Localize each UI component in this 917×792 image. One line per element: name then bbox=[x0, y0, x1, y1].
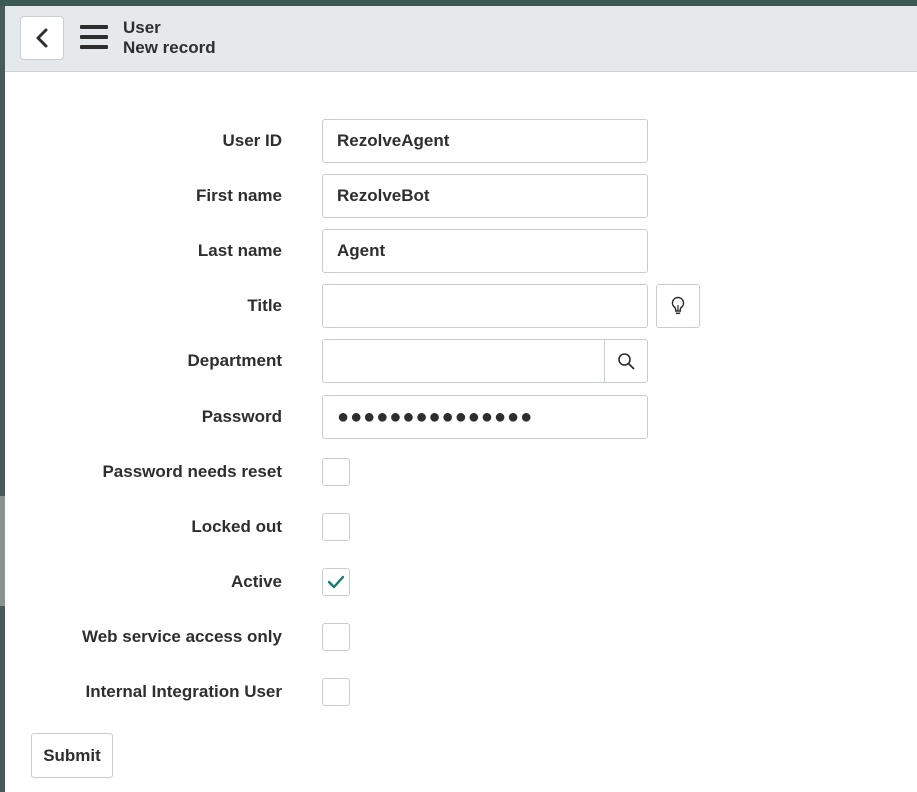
last-name-label: Last name bbox=[197, 241, 282, 260]
page-subtitle: New record bbox=[123, 38, 216, 57]
web-service-access-only-row: Web service access only bbox=[0, 615, 917, 659]
lightbulb-icon bbox=[671, 296, 685, 315]
active-checkbox[interactable] bbox=[322, 568, 350, 596]
title-label: Title bbox=[247, 296, 282, 315]
hamburger-menu-icon[interactable] bbox=[80, 25, 108, 49]
department-field[interactable] bbox=[322, 339, 605, 383]
web-service-access-only-label: Web service access only bbox=[81, 627, 282, 646]
password-needs-reset-checkbox[interactable] bbox=[322, 458, 350, 486]
checkmark-icon bbox=[327, 575, 345, 589]
locked-out-checkbox[interactable] bbox=[322, 513, 350, 541]
user-id-row: User ID RezolveAgent bbox=[0, 119, 917, 163]
back-button[interactable] bbox=[20, 16, 64, 60]
locked-out-label: Locked out bbox=[191, 517, 282, 536]
web-service-access-only-checkbox[interactable] bbox=[322, 623, 350, 651]
password-needs-reset-row: Password needs reset bbox=[0, 450, 917, 494]
page-title: User bbox=[123, 18, 161, 37]
first-name-field[interactable]: RezolveBot bbox=[322, 174, 648, 218]
password-row: Password ●●●●●●●●●●●●●●● bbox=[0, 395, 917, 439]
last-name-row: Last name Agent bbox=[0, 229, 917, 273]
department-lookup-button[interactable] bbox=[604, 339, 648, 383]
password-needs-reset-label: Password needs reset bbox=[102, 462, 282, 481]
last-name-field[interactable]: Agent bbox=[322, 229, 648, 273]
internal-integration-user-row: Internal Integration User bbox=[0, 670, 917, 714]
password-field[interactable]: ●●●●●●●●●●●●●●● bbox=[322, 395, 648, 439]
internal-integration-user-label: Internal Integration User bbox=[85, 682, 282, 701]
title-field[interactable] bbox=[322, 284, 648, 328]
department-row: Department bbox=[0, 339, 917, 383]
page-header: User New record bbox=[5, 6, 917, 72]
department-label: Department bbox=[187, 351, 282, 370]
active-row: Active bbox=[0, 560, 917, 604]
search-icon bbox=[618, 353, 635, 370]
active-label: Active bbox=[230, 572, 282, 591]
user-id-field[interactable]: RezolveAgent bbox=[322, 119, 648, 163]
user-id-label: User ID bbox=[222, 131, 282, 150]
title-suggestion-button[interactable] bbox=[656, 284, 700, 328]
title-row: Title bbox=[0, 284, 917, 328]
header-titles: User New record bbox=[123, 18, 216, 58]
password-label: Password bbox=[201, 407, 282, 426]
internal-integration-user-checkbox[interactable] bbox=[322, 678, 350, 706]
locked-out-row: Locked out bbox=[0, 505, 917, 549]
chevron-left-icon bbox=[36, 28, 48, 48]
submit-button[interactable]: Submit bbox=[31, 733, 113, 778]
first-name-label: First name bbox=[196, 186, 282, 205]
first-name-row: First name RezolveBot bbox=[0, 174, 917, 218]
